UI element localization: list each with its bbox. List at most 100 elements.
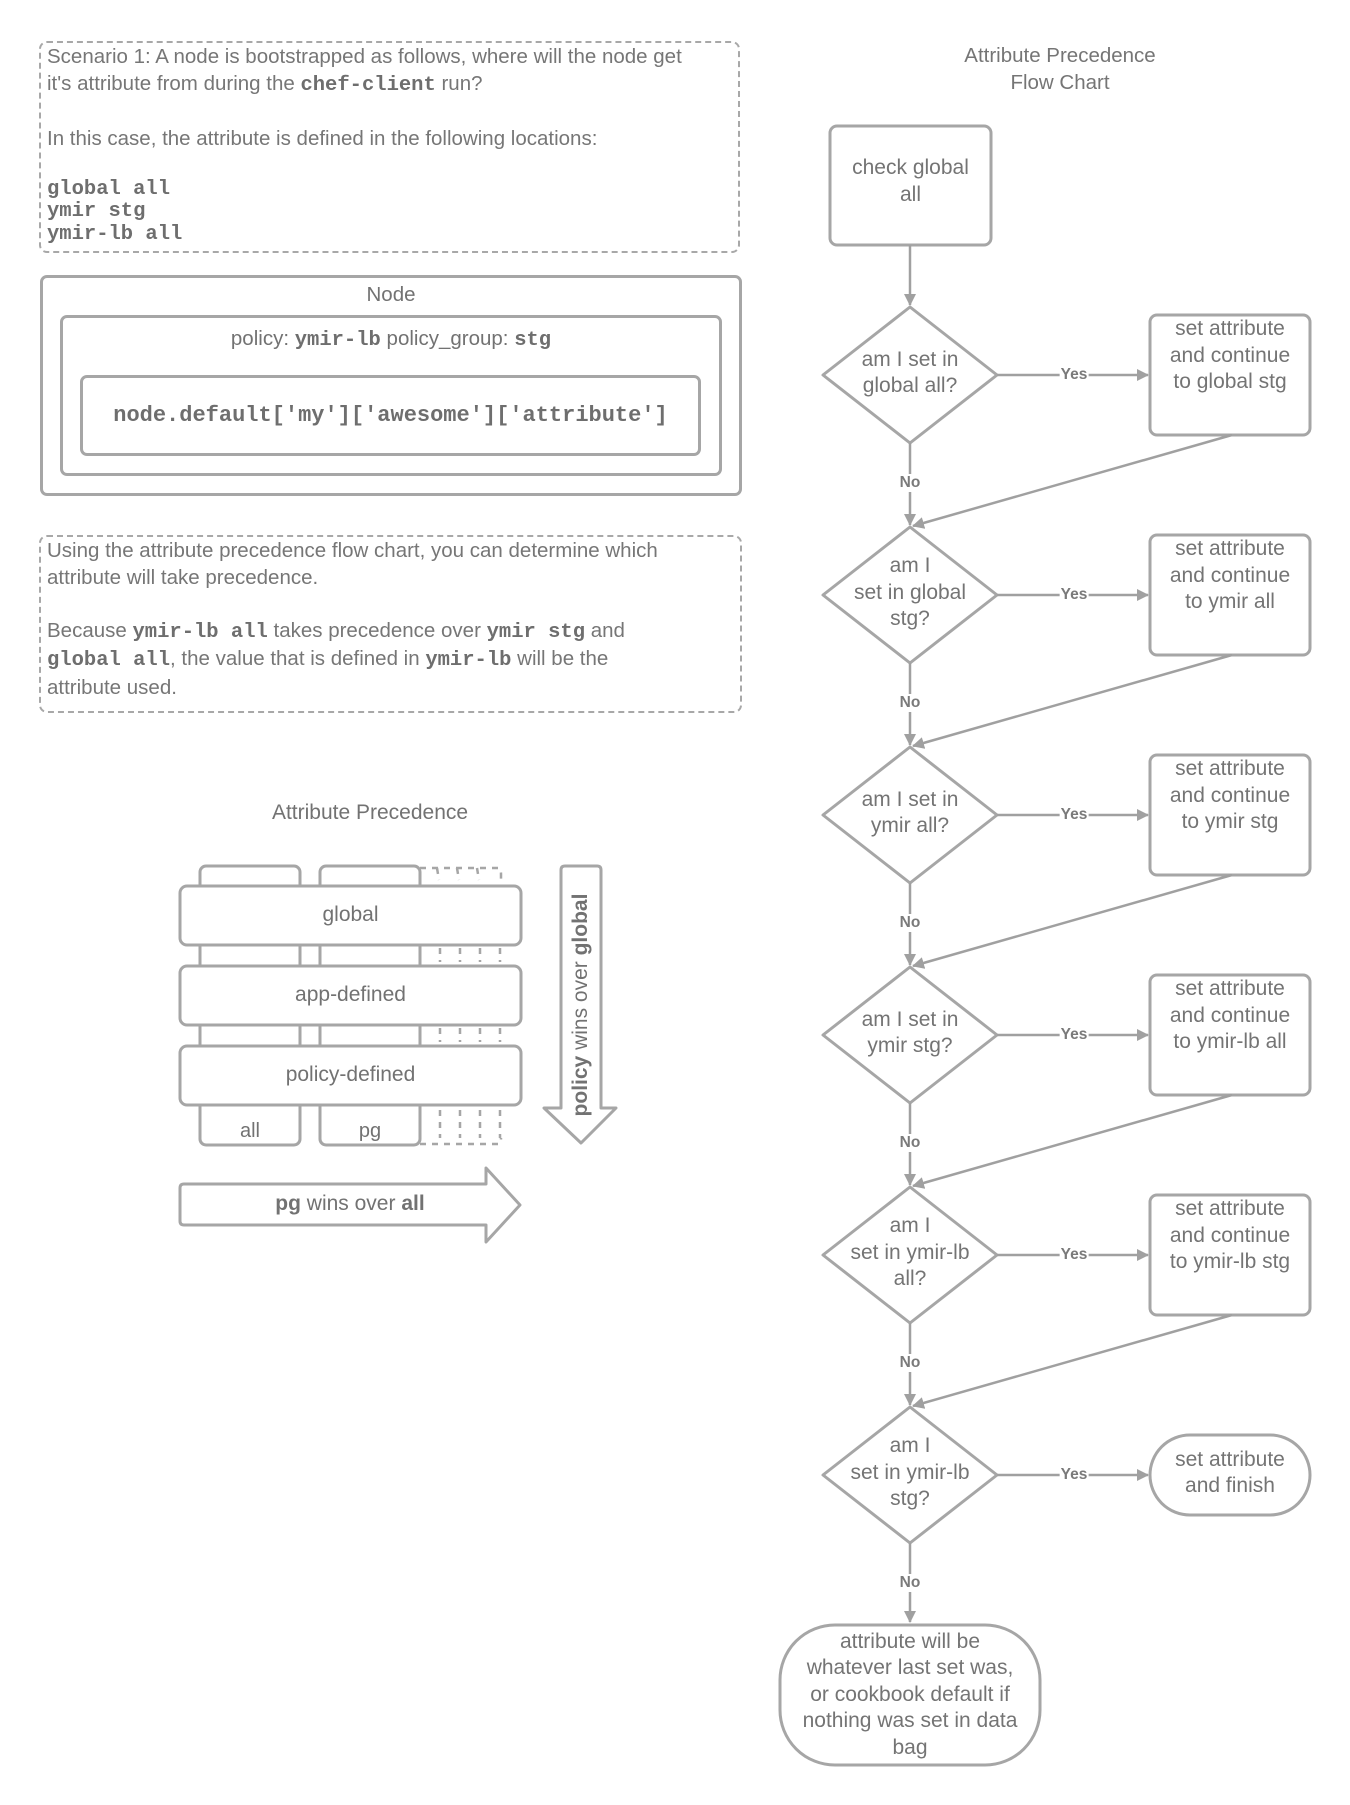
action-label-line: and continue: [1169, 1003, 1291, 1027]
continue-arrow: [912, 653, 1233, 749]
action-label-line: set attribute: [1175, 1197, 1285, 1221]
layer-label-app-defined: app-defined: [295, 983, 406, 1006]
scenario-line2-text: it's attribute from during the: [47, 71, 301, 95]
decision-question-line: am I: [889, 1214, 931, 1238]
continue-arrow: [912, 1313, 1233, 1409]
no-label: No: [898, 1134, 922, 1152]
decision-question-line: stg?: [890, 607, 930, 631]
layer-label-global: global: [322, 903, 379, 926]
action-label-line: set attribute: [1175, 537, 1285, 561]
text: , the value that is defined in: [170, 647, 426, 670]
action-label-line: to ymir-lb all: [1173, 1030, 1287, 1054]
yes-label: Yes: [1059, 1246, 1089, 1264]
text: wins over: [300, 1192, 402, 1215]
finish-label-line: and finish: [1185, 1474, 1275, 1497]
action-label-line: and continue: [1169, 343, 1291, 367]
policy-line: policy: ymir-lb policy_group: stg: [63, 327, 719, 352]
continue-arrow: [912, 1093, 1233, 1189]
location-item: ymir stg: [47, 200, 146, 223]
text: Because: [47, 618, 133, 642]
precedence-title: Attribute Precedence: [271, 801, 469, 824]
yes-label: Yes: [1059, 586, 1089, 604]
policy-value: ymir-lb: [294, 329, 381, 352]
decision-question-line: am I: [889, 554, 931, 578]
end-label-line: or cookbook default if: [810, 1682, 1010, 1706]
explanation-line1: Using the attribute precedence flow char…: [47, 539, 658, 562]
decision-question-line: global all?: [862, 374, 958, 397]
continue-arrow: [912, 873, 1233, 969]
decision-question-line: am I: [889, 1434, 931, 1458]
vertical-arrow-label: policy wins over global: [569, 885, 593, 1125]
scenario-line2: it's attribute from during the chef-clie…: [47, 71, 734, 100]
action-label: set attribute and continue to ymir-lb all: [1150, 976, 1310, 1056]
decision-question-line: ymir all?: [870, 814, 950, 837]
scenario-note: Scenario 1: A node is bootstrapped as fo…: [39, 41, 740, 253]
decision-question: am Iset in ymir-lb stg?: [830, 1433, 990, 1513]
scenario-line1: Scenario 1: A node is bootstrapped as fo…: [47, 45, 682, 68]
explanation-line4: global all, the value that is defined in…: [47, 646, 736, 675]
yes-label: Yes: [1059, 806, 1089, 824]
flowchart-title-line2: Flow Chart: [1010, 71, 1110, 94]
policy-group-value: stg: [514, 329, 552, 352]
bold-policy: policy: [569, 1055, 592, 1117]
action-label: set attribute and continue to global stg: [1150, 316, 1310, 396]
policy-label: policy:: [230, 327, 295, 350]
column-label-pg: pg: [358, 1120, 382, 1142]
decision-question-line: stg?: [890, 1487, 930, 1511]
decision-question-line: set in global: [853, 580, 967, 604]
finish-label: set attribute and finish: [1150, 1447, 1310, 1500]
decision-question-line: am I set in: [861, 347, 959, 371]
decision-question: am Iset in global stg?: [830, 553, 990, 633]
action-label-line: to ymir stg: [1181, 810, 1279, 834]
action-label-line: and continue: [1169, 1223, 1291, 1247]
end-label-line: whatever last set was,: [806, 1656, 1014, 1680]
yes-label: Yes: [1059, 366, 1089, 384]
action-label: set attribute and continue to ymir all: [1150, 536, 1310, 616]
text: and: [585, 618, 625, 642]
explanation-line3: Because ymir-lb all takes precedence ove…: [47, 618, 736, 647]
decision-question-line: set in ymir-lb: [850, 1240, 970, 1264]
code-ymir-lb-all: ymir-lb all: [132, 620, 268, 644]
finish-label-line: set attribute: [1175, 1447, 1285, 1471]
no-label: No: [898, 1574, 922, 1592]
bold-all: all: [401, 1192, 425, 1215]
decision-question: am I set in ymir stg?: [830, 1007, 990, 1060]
attribute-code-box: node.default['my']['awesome']['attribute…: [80, 375, 701, 456]
yes-label: Yes: [1059, 1466, 1089, 1484]
decision-question: am Iset in ymir-lb all?: [830, 1213, 990, 1293]
action-label-line: to ymir-lb stg: [1169, 1250, 1291, 1274]
end-label-line: nothing was set in data: [802, 1709, 1018, 1733]
start-line: check global: [852, 156, 969, 179]
node-title: Node: [366, 283, 416, 306]
no-label: No: [898, 1354, 922, 1372]
end-label-line: attribute will be: [839, 1629, 981, 1653]
continue-arrow: [912, 433, 1233, 529]
start-box-label: check global all: [830, 155, 991, 208]
decision-question-line: ymir stg?: [867, 1034, 953, 1057]
action-label-line: set attribute: [1175, 977, 1285, 1001]
action-label-line: set attribute: [1175, 757, 1285, 781]
location-item: global all: [47, 177, 171, 201]
horizontal-arrow-label: pg wins over all: [180, 1192, 520, 1216]
bold-global: global: [569, 893, 592, 956]
no-label: No: [898, 694, 922, 712]
action-label-line: to global stg: [1173, 370, 1287, 394]
decision-question-line: set in ymir-lb: [850, 1460, 970, 1484]
no-label: No: [898, 914, 922, 932]
policy-group-label: policy_group:: [380, 327, 515, 350]
decision-question: am I set in ymir all?: [830, 787, 990, 840]
text: wins over: [569, 955, 592, 1056]
flowchart-title: Attribute Precedence Flow Chart: [920, 42, 1200, 96]
decision-question-line: am I set in: [861, 1007, 959, 1031]
location-item: ymir-lb all: [47, 222, 183, 246]
attribute-code: node.default['my']['awesome']['attribute…: [113, 403, 668, 428]
end-label: attribute will be whatever last set was, o…: [780, 1629, 1040, 1762]
action-label-line: set attribute: [1175, 317, 1285, 341]
bold-pg: pg: [275, 1192, 301, 1215]
decision-question-line: all?: [893, 1267, 927, 1291]
column-label-all: all: [239, 1120, 260, 1142]
no-label: No: [898, 474, 922, 492]
action-label: set attribute and continue to ymir stg: [1150, 756, 1310, 836]
action-label: set attribute and continue to ymir-lb stg: [1150, 1196, 1310, 1276]
action-label-line: to ymir all: [1185, 590, 1275, 614]
